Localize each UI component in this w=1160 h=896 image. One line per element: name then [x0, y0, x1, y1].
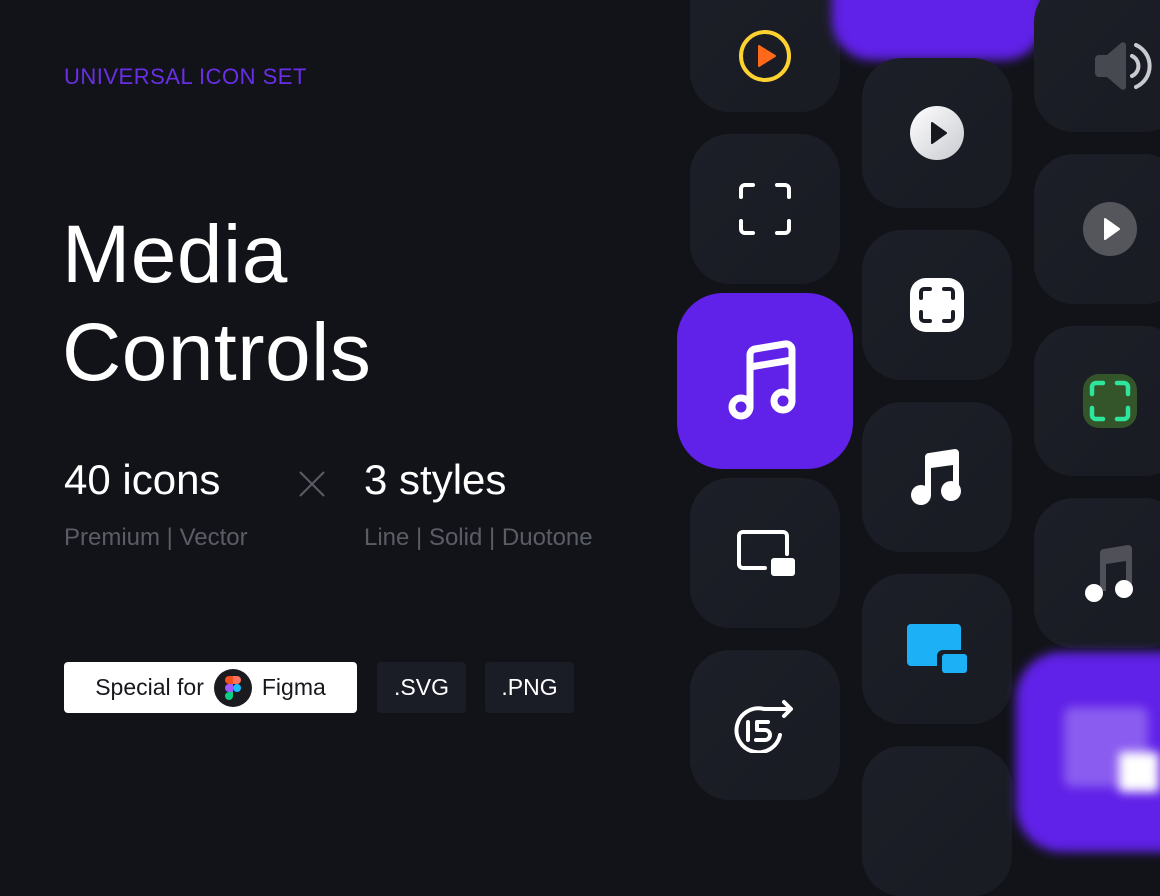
play-circle-gray-icon — [1083, 202, 1137, 256]
icon-tile[interactable] — [690, 478, 840, 628]
figma-logo-icon — [213, 668, 252, 707]
icon-tile[interactable] — [690, 0, 840, 112]
icon-tile[interactable] — [690, 650, 840, 800]
styles-count: 3 styles — [364, 456, 507, 503]
icon-tile[interactable] — [1034, 0, 1160, 132]
figma-badge[interactable]: Special for Figma — [64, 662, 357, 713]
title-line-1: Media — [62, 209, 288, 300]
pip-light-icon — [1064, 707, 1159, 792]
page-title: Media Controls — [62, 206, 371, 402]
figma-badge-label: Figma — [261, 674, 326, 700]
eyebrow-label: UNIVERSAL ICON SET — [64, 64, 307, 89]
focus-frame-solid-icon — [910, 278, 964, 332]
play-circle-solid-icon — [910, 106, 964, 160]
picture-in-picture-duotone-icon — [907, 624, 967, 673]
music-note-line-icon — [728, 340, 796, 420]
icon-tile[interactable] — [1034, 498, 1160, 648]
icon-tile[interactable] — [1034, 154, 1160, 304]
icon-tile[interactable] — [862, 402, 1012, 552]
focus-frame-duotone-icon — [1083, 374, 1137, 428]
icon-tile[interactable] — [862, 574, 1012, 724]
picture-in-picture-line-icon — [737, 530, 795, 576]
icons-count: 40 icons — [64, 456, 221, 503]
figma-badge-prefix: Special for — [95, 674, 204, 700]
icon-tile[interactable] — [862, 746, 1012, 896]
icon-tile[interactable] — [1034, 326, 1160, 476]
music-note-duotone-icon — [1085, 545, 1133, 602]
png-format-badge[interactable]: .PNG — [485, 662, 574, 713]
play-circle-duotone-icon — [739, 30, 791, 82]
icons-subtitle: Premium | Vector — [64, 524, 248, 551]
volume-icon — [1095, 42, 1152, 90]
icon-tile[interactable] — [862, 58, 1012, 208]
title-line-2: Controls — [62, 307, 372, 398]
icon-tile-blurred — [1016, 652, 1160, 852]
multiply-icon — [299, 471, 325, 497]
music-note-solid-icon — [911, 449, 961, 505]
icon-tile-highlighted[interactable] — [677, 293, 853, 469]
icon-tile-blurred — [832, 0, 1044, 60]
icon-tile[interactable] — [862, 230, 1012, 380]
forward-15-icon — [734, 700, 793, 753]
styles-subtitle: Line | Solid | Duotone — [364, 524, 593, 551]
focus-frame-line-icon — [739, 183, 791, 235]
svg-format-badge[interactable]: .SVG — [377, 662, 466, 713]
icon-tile[interactable] — [690, 134, 840, 284]
